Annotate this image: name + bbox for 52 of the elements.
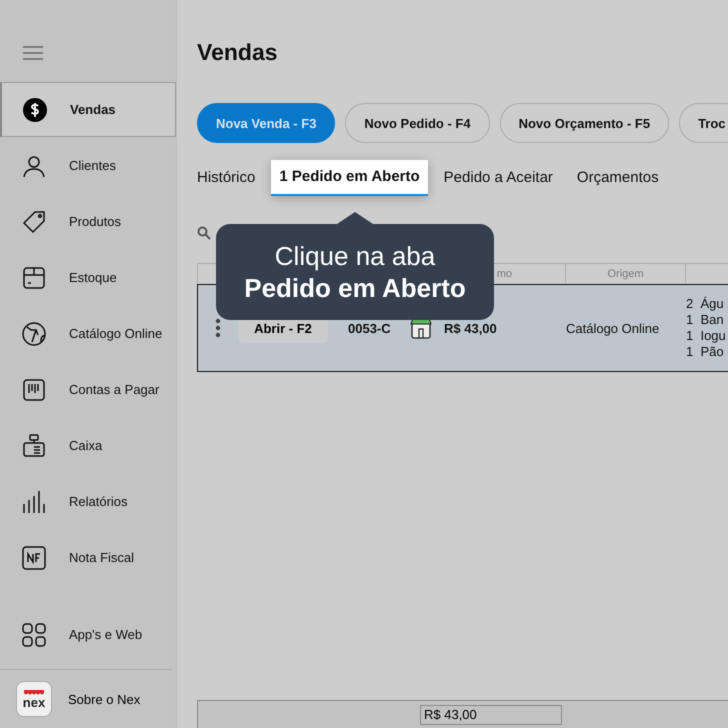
action-button[interactable]: Nova Venda - F3 [197,103,336,143]
sidebar-label: Catálogo Online [69,326,162,341]
cash-register-icon [22,434,46,458]
receipt-icon [22,378,46,402]
total-field: R$ 43,00 [420,704,562,724]
sidebar-item[interactable]: Clientes [0,138,176,193]
sidebar-item[interactable]: Catálogo Online [0,306,176,361]
grid-icon [22,622,46,646]
sidebar-item[interactable]: Contas a Pagar [0,362,176,417]
sidebar-item[interactable]: Relatórios [0,474,176,529]
order-item: 2 Águ [686,296,725,312]
invoice-icon [22,546,46,570]
tab[interactable]: Orçamentos [568,160,667,196]
sidebar-item[interactable]: Estoque [0,250,176,305]
order-item: 1 Ban [686,312,725,328]
globe-icon [22,322,46,346]
table-cell-text: Catálogo Online [566,320,660,336]
dollar-icon [22,96,48,122]
sidebar-label: Vendas [70,102,116,117]
order-item: 1 Pão [686,344,725,360]
sidebar-label: Contas a Pagar [69,382,160,397]
tab[interactable]: 1 Pedido em Aberto [271,160,428,196]
sidebar-label: Nota Fiscal [69,550,134,565]
user-icon [22,154,46,178]
sidebar-item[interactable]: Caixa [0,418,176,473]
sidebar-label: Caixa [69,438,102,453]
app-logo: nex [16,681,52,717]
tab[interactable]: Pedido a Aceitar [436,160,561,196]
sidebar-item[interactable]: Nota Fiscal [0,530,176,585]
sidebar-label: Estoque [69,270,117,285]
sidebar-label: App's e Web [69,627,142,642]
sidebar-item[interactable]: Vendas [0,82,176,137]
table-cell-text: 0053-C [348,320,392,336]
menu-icon [22,45,44,61]
table-cell-text: R$ 43,00 [444,320,498,336]
sidebar-label: Produtos [69,214,122,229]
sidebar-item[interactable]: App's e Web [0,607,176,662]
bar-chart-icon [22,490,46,514]
more-icon[interactable] [215,318,221,338]
action-button[interactable]: Troc [679,103,728,143]
tag-icon [22,210,46,234]
search-icon [197,226,211,240]
tab[interactable]: Histórico [189,160,264,196]
sidebar-label: Clientes [69,158,116,173]
box-icon [22,266,46,290]
action-button[interactable]: Novo Orçamento - F5 [500,103,670,143]
page-title: Vendas [197,38,279,66]
sidebar-label: Relatórios [69,494,128,509]
sidebar-item[interactable]: Produtos [0,194,176,249]
order-item: 1 Iogu [686,328,727,344]
about-link[interactable]: Sobre o Nex [68,692,140,706]
action-button[interactable]: Novo Pedido - F4 [345,103,490,143]
